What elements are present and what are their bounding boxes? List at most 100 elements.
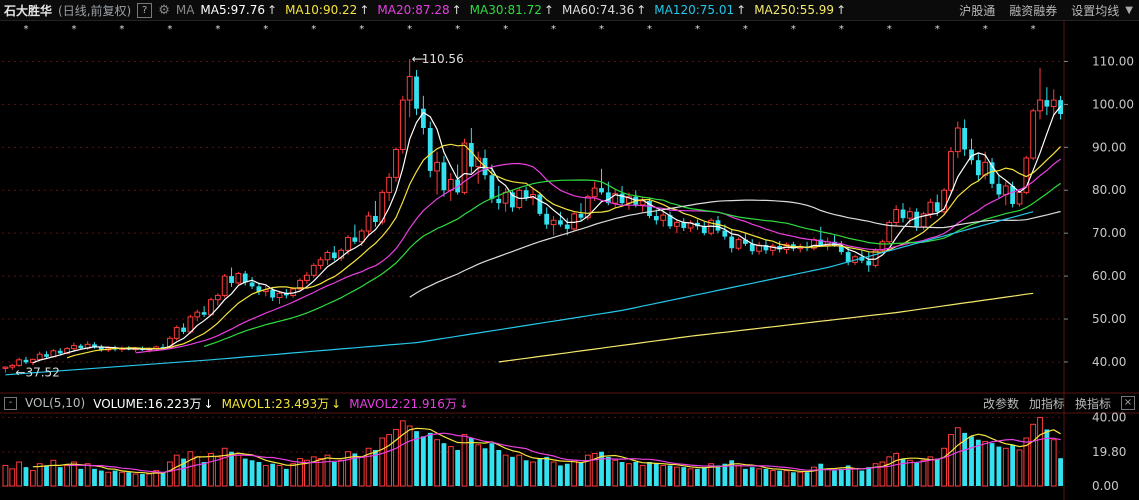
candle-body (406, 75, 413, 101)
price-tick-label: 40.00 (1092, 355, 1126, 369)
candle-body (270, 289, 276, 298)
volume-bar (386, 434, 393, 487)
volume-bar (1058, 458, 1063, 486)
price-tick-label: 90.00 (1092, 140, 1126, 154)
volume-bar (489, 443, 495, 486)
candle-body (201, 312, 207, 315)
volume-bar (948, 434, 954, 487)
volume-bar (996, 446, 1002, 486)
volume-bar (406, 425, 413, 487)
candle-body (537, 194, 543, 214)
candle-body (673, 221, 680, 227)
candle-body (345, 236, 351, 251)
candle-body (735, 239, 742, 249)
candle-body (906, 211, 913, 219)
volume-bar (818, 463, 824, 486)
candle-body (1044, 100, 1050, 107)
volume-bar (324, 454, 331, 487)
info-marker-icon: * (263, 24, 268, 35)
volume-bar (119, 471, 125, 487)
volume-bar (201, 462, 207, 486)
candle-body (181, 327, 186, 332)
volume-bar (667, 465, 673, 486)
volume-bar (441, 443, 447, 486)
volume-bar (578, 462, 584, 486)
candle-body (9, 364, 16, 368)
candle-body (1037, 99, 1043, 112)
volume-bar (434, 439, 440, 487)
candle-body (2, 366, 9, 369)
volume-bar (358, 456, 365, 487)
volume-bar (105, 471, 112, 487)
volume-bar (906, 459, 913, 487)
info-marker-icon: * (791, 24, 796, 35)
volume-bar (934, 458, 940, 486)
volume-bar (160, 472, 166, 486)
volume-bar (530, 461, 536, 487)
candle-body (996, 183, 1002, 195)
candle-body (591, 187, 598, 198)
candle-body (303, 274, 310, 281)
candle-body (358, 230, 365, 243)
candle-body (468, 143, 474, 167)
volume-bar (797, 471, 804, 487)
candle-body (496, 198, 502, 204)
price-tick-label: 60.00 (1092, 269, 1126, 283)
volume-bar (769, 470, 776, 487)
volume-bar (660, 464, 667, 487)
info-marker-icon: * (743, 24, 748, 35)
info-marker-icon: * (215, 24, 220, 35)
info-marker-icon: * (647, 24, 652, 35)
volume-bar (2, 464, 9, 487)
volume-bar (845, 465, 851, 486)
volume-bar (23, 467, 29, 486)
volume-bar (455, 450, 461, 486)
candle-body (544, 213, 550, 225)
low-price-label: ←37.52 (15, 366, 59, 380)
volume-bar (9, 468, 16, 487)
candle-body (399, 99, 406, 150)
volume-bar (941, 447, 947, 487)
candle-body (653, 216, 659, 221)
volume-bar (64, 464, 70, 487)
candle-body (1030, 110, 1037, 159)
ma-line (135, 158, 1061, 354)
volume-tick-label: 19.80 (1092, 445, 1126, 459)
info-marker-icon: * (311, 24, 316, 35)
candle-body (558, 220, 563, 225)
candle-body (681, 222, 687, 229)
volume-bar (866, 467, 872, 486)
candle-body (214, 294, 221, 301)
candlestick-chart[interactable]: 40.00 50.00 60.00 70.00 80.00 90.00 100.00 110.… (0, 0, 1139, 500)
ma-line (32, 105, 1062, 364)
volume-bar (715, 465, 721, 486)
volume-bar (262, 464, 269, 487)
volume-bar (78, 468, 84, 486)
volume-bar (510, 456, 515, 486)
volume-bar (735, 464, 742, 487)
info-marker-icon: * (551, 24, 556, 35)
candle-body (701, 226, 707, 234)
volume-tick-label: 40.00 (1092, 410, 1126, 424)
volume-bar (194, 456, 201, 487)
info-marker-icon: * (359, 24, 364, 35)
volume-bar (954, 427, 961, 487)
candle-body (489, 175, 495, 199)
volume-bar (584, 454, 591, 487)
volume-bar (208, 452, 214, 487)
volume-bar (653, 463, 659, 486)
volume-bar (496, 450, 502, 486)
candle-body (550, 219, 557, 226)
candle-body (954, 127, 961, 153)
volume-bar (756, 468, 763, 487)
volume-bar (804, 472, 810, 486)
volume-bar (571, 459, 578, 487)
volume-bar (331, 462, 337, 486)
volume-bar (790, 472, 796, 486)
volume-bar (743, 468, 748, 486)
volume-bar (420, 436, 426, 486)
volume-bar (886, 456, 893, 487)
volume-bar (475, 444, 482, 487)
volume-bar (701, 467, 707, 486)
volume-bar (126, 472, 132, 486)
